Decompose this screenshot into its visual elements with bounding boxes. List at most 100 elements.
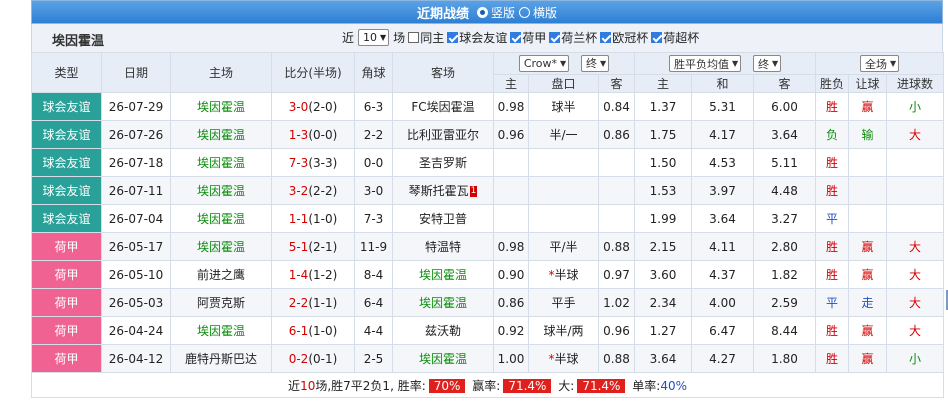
horizontal-view-radio[interactable] bbox=[519, 6, 530, 18]
ah-line-cell: *半球 bbox=[528, 344, 599, 373]
score-cell[interactable]: 0-2(0-1) bbox=[271, 344, 355, 373]
result: 胜 bbox=[815, 232, 850, 261]
col-goals: 进球数 bbox=[886, 74, 945, 93]
match-type[interactable]: 荷甲 bbox=[31, 316, 102, 345]
competition-checkbox[interactable] bbox=[549, 32, 561, 43]
ah-home-odds bbox=[493, 148, 529, 177]
half-score: (3-3) bbox=[308, 155, 338, 170]
table-row: 球会友谊 26-07-18 埃因霍温 7-3(3-3) 0-0 圣吉罗斯 1.50 4.53 5… bbox=[31, 148, 945, 177]
eu-home-odds: 1.75 bbox=[634, 120, 693, 149]
home-team[interactable]: 埃因霍温 bbox=[170, 120, 272, 149]
home-team[interactable]: 埃因霍温 bbox=[170, 148, 272, 177]
home-team[interactable]: 埃因霍温 bbox=[170, 204, 272, 233]
table-row: 荷甲 26-05-17 埃因霍温 5-1(2-1) 11-9 特温特 0.98 平/半 0.88… bbox=[31, 232, 945, 261]
vertical-view-radio[interactable] bbox=[476, 6, 488, 18]
ah-away-odds: 0.88 bbox=[597, 344, 636, 373]
handicap-result: 赢 bbox=[848, 316, 888, 345]
same-home-checkbox[interactable] bbox=[408, 32, 420, 43]
handicap-rate-label: 赢率: bbox=[472, 378, 501, 393]
competition-checkbox[interactable] bbox=[510, 32, 522, 43]
score-cell[interactable]: 3-2(2-2) bbox=[271, 176, 355, 205]
results-table: 类型 日期 主场 比分(半场) 角球 客场 Crow* ▼ 终 ▼ 胜平负均值 ▼ 终… bbox=[30, 52, 945, 398]
company-select[interactable]: Crow* ▼ bbox=[518, 55, 570, 73]
home-team[interactable]: 鹿特丹斯巴达 bbox=[170, 344, 272, 373]
corner-score: 11-9 bbox=[354, 232, 393, 261]
away-team: 琴斯托霍瓦 bbox=[408, 184, 469, 198]
away-cell[interactable]: 埃因霍温 bbox=[392, 344, 494, 373]
away-cell[interactable]: 埃因霍温 bbox=[392, 260, 494, 289]
col-result: 胜负 bbox=[815, 74, 850, 93]
horizontal-view-label: 横版 bbox=[533, 5, 558, 20]
match-type[interactable]: 荷甲 bbox=[31, 344, 102, 373]
score-cell[interactable]: 6-1(1-0) bbox=[271, 316, 355, 345]
score-cell[interactable]: 2-2(1-1) bbox=[271, 288, 355, 317]
competition-checkbox[interactable] bbox=[600, 32, 612, 43]
match-type[interactable]: 球会友谊 bbox=[31, 176, 102, 205]
ah-home-odds: 0.90 bbox=[493, 260, 529, 289]
ah-phase-select[interactable]: 终 ▼ bbox=[581, 54, 610, 72]
match-type[interactable]: 球会友谊 bbox=[31, 92, 102, 121]
count-unit: 场 bbox=[393, 31, 406, 45]
eu-draw-odds: 4.27 bbox=[691, 344, 755, 373]
match-type[interactable]: 荷甲 bbox=[31, 260, 102, 289]
home-team[interactable]: 埃因霍温 bbox=[170, 176, 272, 205]
ah-line-cell: *半球 bbox=[528, 260, 599, 289]
away-cell[interactable]: 琴斯托霍瓦 1 bbox=[392, 176, 494, 205]
eu-draw-odds: 4.17 bbox=[691, 120, 755, 149]
score-cell[interactable]: 3-0(2-0) bbox=[271, 92, 355, 121]
scope-select[interactable]: 全场 ▼ bbox=[859, 55, 900, 72]
filter-bar: 埃因霍温 近 10 ▼ 场 同主 球会友谊 荷甲 荷兰杯 欧冠杯 荷超杯 bbox=[31, 24, 943, 52]
away-cell[interactable]: 兹沃勒 bbox=[392, 316, 494, 345]
match-type[interactable]: 球会友谊 bbox=[31, 148, 102, 177]
col-date: 日期 bbox=[101, 52, 171, 93]
match-type[interactable]: 球会友谊 bbox=[31, 120, 102, 149]
away-cell[interactable]: 埃因霍温 bbox=[392, 288, 494, 317]
home-team[interactable]: 埃因霍温 bbox=[170, 92, 272, 121]
eu-header: 胜平负均值 ▼ 终 ▼ bbox=[634, 52, 817, 75]
eu-phase-select[interactable]: 终 ▼ bbox=[752, 55, 782, 72]
match-type[interactable]: 荷甲 bbox=[31, 232, 102, 261]
away-cell[interactable]: 比利亚雷亚尔 bbox=[392, 120, 494, 149]
ah-home-odds: 0.98 bbox=[493, 92, 529, 121]
home-team[interactable]: 埃因霍温 bbox=[170, 316, 272, 345]
ah-home-odds: 0.98 bbox=[493, 232, 529, 261]
result: 平 bbox=[815, 204, 850, 233]
half-score: (2-1) bbox=[308, 239, 338, 254]
col-eu-away: 客 bbox=[753, 74, 817, 93]
eu-home-odds: 1.50 bbox=[634, 148, 693, 177]
ah-away-odds bbox=[597, 204, 636, 233]
odds-type-select[interactable]: 胜平负均值 ▼ bbox=[668, 55, 742, 72]
handicap-result bbox=[848, 176, 888, 205]
competition-checkbox[interactable] bbox=[651, 32, 663, 43]
match-count-select[interactable]: 10 ▼ bbox=[358, 29, 390, 46]
goals-result: 大 bbox=[886, 232, 945, 261]
score-cell[interactable]: 5-1(2-1) bbox=[271, 232, 355, 261]
match-date: 26-07-26 bbox=[101, 120, 171, 149]
half-score: (1-1) bbox=[308, 295, 338, 310]
result: 胜 bbox=[815, 92, 850, 121]
home-team[interactable]: 前进之鹰 bbox=[170, 260, 272, 289]
match-type[interactable]: 荷甲 bbox=[31, 288, 102, 317]
away-cell[interactable]: 特温特 bbox=[392, 232, 494, 261]
away-cell[interactable]: FC埃因霍温 bbox=[392, 92, 494, 121]
result: 胜 bbox=[815, 148, 850, 177]
home-team[interactable]: 阿贾克斯 bbox=[170, 288, 272, 317]
competition-label: 欧冠杯 bbox=[612, 31, 649, 45]
away-team: 比利亚雷亚尔 bbox=[406, 128, 479, 142]
competition-checkbox[interactable] bbox=[447, 32, 459, 43]
score-cell[interactable]: 1-4(1-2) bbox=[271, 260, 355, 289]
big-rate-label: 大: bbox=[558, 378, 575, 393]
away-cell[interactable]: 安特卫普 bbox=[392, 204, 494, 233]
score-cell[interactable]: 1-3(0-0) bbox=[271, 120, 355, 149]
half-score: (0-0) bbox=[308, 127, 338, 142]
score-cell[interactable]: 7-3(3-3) bbox=[271, 148, 355, 177]
away-cell[interactable]: 圣吉罗斯 bbox=[392, 148, 494, 177]
competition-label: 荷兰杯 bbox=[561, 31, 598, 45]
home-team[interactable]: 埃因霍温 bbox=[170, 232, 272, 261]
table-row: 球会友谊 26-07-26 埃因霍温 1-3(0-0) 2-2 比利亚雷亚尔 0.96 半/一… bbox=[31, 120, 945, 149]
score-cell[interactable]: 1-1(1-0) bbox=[271, 204, 355, 233]
corner-score: 3-0 bbox=[354, 176, 393, 205]
ah-away-odds bbox=[597, 176, 636, 205]
match-type[interactable]: 球会友谊 bbox=[31, 204, 102, 233]
col-eu-home: 主 bbox=[634, 74, 693, 93]
